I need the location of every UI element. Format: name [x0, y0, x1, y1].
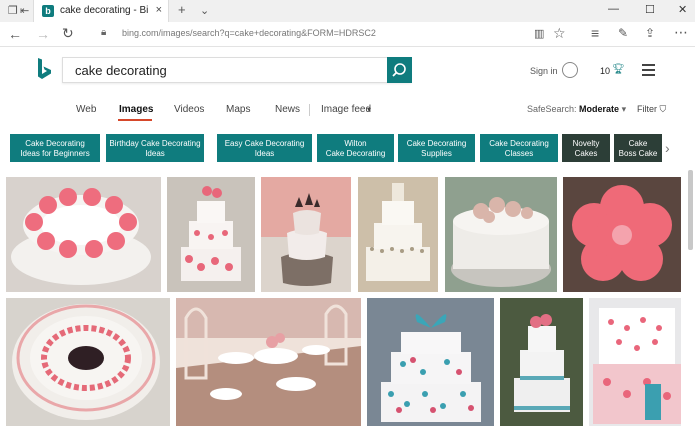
safesearch-dropdown[interactable]: SafeSearch: Moderate ▾	[527, 104, 626, 115]
hub-icon[interactable]: ≡	[591, 25, 599, 41]
hamburger-menu-icon[interactable]	[642, 64, 655, 79]
chip-line-1: Cake Decorating	[489, 139, 549, 148]
image-feed-chevron-icon[interactable]: ▾	[367, 105, 371, 114]
scope-image-feed[interactable]: Image feed	[321, 104, 371, 115]
chip-cake-decorating-supplies[interactable]: Cake Decorating Supplies	[398, 134, 475, 162]
bing-logo[interactable]	[36, 58, 52, 80]
image-result-2[interactable]	[167, 177, 255, 292]
tab-close-icon[interactable]: ×	[156, 4, 162, 16]
scope-web[interactable]: Web	[76, 104, 96, 115]
chip-birthday-cake-decorating-ideas[interactable]: Birthday Cake Decorating Ideas	[106, 134, 204, 162]
chip-line-2: Ideas	[254, 149, 275, 158]
chip-line-2: Cakes	[574, 149, 598, 158]
chip-easy-cake-decorating-ideas[interactable]: Easy Cake Decorating Ideas	[217, 134, 312, 162]
new-tab-icon[interactable]: +	[178, 2, 186, 17]
browser-tab[interactable]: b cake decorating - Bing i ×	[33, 0, 169, 22]
chip-line-1: Cake Decorating	[25, 139, 85, 148]
tab-title: cake decorating - Bing i	[60, 5, 148, 16]
chip-cake-boss-cake[interactable]: Cake Boss Cake	[614, 134, 662, 162]
chip-line-1: Easy Cake Decorating	[224, 139, 305, 148]
chip-line-1: Cake Decorating	[406, 139, 467, 148]
chip-line-2: Supplies	[421, 149, 452, 158]
white-wedding-cake-photo	[358, 177, 438, 292]
image-result-10[interactable]	[500, 298, 583, 426]
chip-cake-decorating-ideas-for-beginners[interactable]: Cake Decorating Ideas for Beginners	[10, 134, 100, 162]
image-result-5[interactable]	[445, 177, 557, 292]
back-icon[interactable]: ←	[8, 26, 22, 42]
search-box[interactable]: cake decorating	[62, 57, 411, 83]
flower-topped-cake-photo	[445, 177, 557, 292]
safesearch-value: Moderate	[579, 104, 620, 114]
notes-pen-icon[interactable]: ✎	[618, 26, 628, 40]
active-scope-underline	[118, 119, 152, 121]
chip-line-2: Boss Cake	[618, 149, 658, 158]
filter-button[interactable]: Filter ⛉	[637, 104, 666, 115]
chip-line-2: Ideas	[145, 149, 165, 158]
url-field[interactable]: bing.com/images/search?q=cake+decorating…	[122, 28, 376, 38]
favorite-star-icon[interactable]: ☆	[553, 25, 566, 42]
search-input[interactable]: cake decorating	[75, 63, 167, 78]
chip-line-1: Birthday Cake Decorating	[109, 139, 201, 148]
tiered-pink-cake-photo	[167, 177, 255, 292]
pink-rose-cake-photo	[6, 177, 161, 292]
scope-divider	[309, 104, 310, 116]
scope-images[interactable]: Images	[119, 104, 153, 115]
image-result-7[interactable]	[6, 298, 170, 426]
filter-icon: ⛉	[659, 104, 667, 114]
search-button[interactable]	[387, 57, 412, 83]
flower-shaped-pink-cake-photo	[563, 177, 681, 292]
search-icon	[392, 63, 406, 77]
refresh-icon[interactable]: ↻	[62, 25, 74, 42]
chip-wilton-cake-decorating[interactable]: Wilton Cake Decorating	[317, 134, 394, 162]
tall-tiered-cake-photo	[500, 298, 583, 426]
forward-icon[interactable]: →	[36, 26, 50, 42]
maximize-icon[interactable]: ☐	[645, 3, 655, 16]
reading-view-icon[interactable]: ▥	[534, 27, 544, 40]
chip-line-2: Ideas for Beginners	[20, 149, 90, 158]
chip-line-2: Classes	[504, 149, 534, 158]
tab-list-icon[interactable]: ⌄	[200, 4, 209, 17]
chip-line-2: Cake Decorating	[325, 149, 386, 158]
safesearch-label: SafeSearch:	[527, 104, 577, 114]
chip-line-1: Wilton	[344, 139, 367, 148]
image-result-6[interactable]	[563, 177, 681, 292]
sign-in-link[interactable]: Sign in	[530, 66, 558, 76]
round-piped-cake-photo	[6, 298, 170, 426]
polka-dot-bow-cake-photo	[367, 298, 494, 426]
close-window-icon[interactable]: ✕	[678, 3, 687, 16]
scope-news[interactable]: News	[275, 104, 300, 115]
chip-line-1: Novelty	[572, 139, 600, 148]
chip-cake-decorating-classes[interactable]: Cake Decorating Classes	[480, 134, 558, 162]
scope-videos[interactable]: Videos	[174, 104, 204, 115]
share-icon[interactable]: ⇪	[645, 26, 655, 40]
rewards-count[interactable]: 10	[600, 66, 610, 76]
image-result-11[interactable]	[589, 298, 681, 426]
title-bar: ❐ ⇤ b cake decorating - Bing i × + ⌄ — ☐…	[0, 0, 695, 23]
filter-label: Filter	[637, 104, 657, 114]
image-result-9[interactable]	[367, 298, 494, 426]
image-result-1[interactable]	[6, 177, 161, 292]
chip-line-1: Cake	[628, 139, 648, 148]
whimsical-topsy-cake-photo	[261, 177, 351, 292]
image-result-4[interactable]	[358, 177, 438, 292]
bing-favicon: b	[42, 5, 54, 17]
image-result-3[interactable]	[261, 177, 351, 292]
page-scrollbar[interactable]	[688, 170, 693, 250]
trophy-icon[interactable]: 🏆︎	[612, 64, 625, 75]
scope-maps[interactable]: Maps	[226, 104, 250, 115]
image-result-8[interactable]	[176, 298, 361, 426]
avatar-icon[interactable]	[562, 62, 578, 78]
chip-novelty-cakes[interactable]: Novelty Cakes	[562, 134, 610, 162]
table-setting-photo	[176, 298, 361, 426]
lock-icon: 🔒︎	[101, 27, 107, 38]
tab-back-icon[interactable]: ⇤	[20, 4, 29, 17]
chips-next-chevron-icon[interactable]: ›	[665, 140, 670, 156]
minimize-icon[interactable]: —	[608, 3, 619, 15]
pink-dotted-cake-photo	[589, 298, 681, 426]
tab-preview-icon[interactable]: ❐	[8, 4, 18, 17]
more-icon[interactable]: ⋯	[674, 24, 688, 41]
safesearch-chevron-icon: ▾	[621, 104, 627, 114]
